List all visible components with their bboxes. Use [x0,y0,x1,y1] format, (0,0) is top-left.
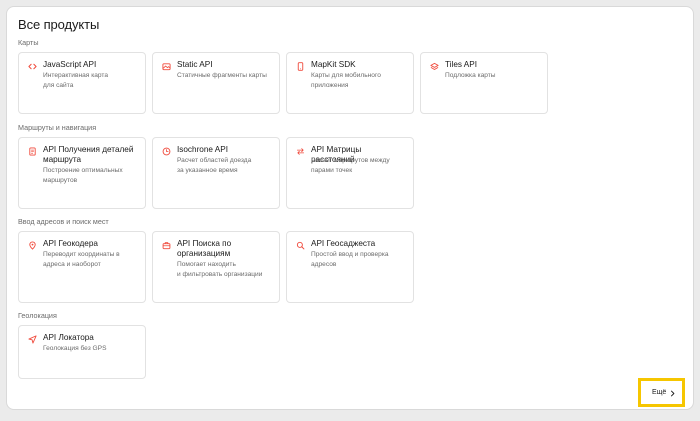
card-title: API Геосаджеста [311,238,376,248]
section-title-routes: Маршруты и навигация [18,123,97,132]
search-icon [295,240,306,251]
card-description: Карты для мобильного приложения [311,72,381,89]
card-geosuggest-api[interactable]: API Геосаджеста Простой ввод и проверка а… [286,231,414,303]
card-places-search-api[interactable]: API Поиска по организациям Помогает наход… [152,231,280,303]
arrows-icon [295,146,306,157]
card-description: Помогает находить и фильтровать организац… [177,261,263,278]
image-icon [161,61,172,72]
card-javascript-api[interactable]: JavaScript API Интерактивная карта для са… [18,52,146,114]
card-title: API Локатора [43,332,94,342]
chevron-right-icon [669,384,676,402]
card-title: MapKit SDK [311,59,356,69]
card-description: Расчёт маршрутов между парами точек [311,157,390,174]
more-button-highlight: Ещё [638,378,685,407]
layers-icon [429,61,440,72]
section-title-geocoding: Ввод адресов и поиск мест [18,217,109,226]
card-description: Геолокация без GPS [43,345,107,352]
page-title: Все продукты [18,17,100,32]
route-doc-icon [27,146,38,157]
card-title: JavaScript API [43,59,97,69]
card-static-api[interactable]: Static API Статичные фрагменты карты [152,52,280,114]
card-route-details-api[interactable]: API Получения деталей маршрута Построение… [18,137,146,209]
card-title: API Геокодера [43,238,98,248]
card-title: API Получения деталей маршрута [43,144,134,164]
card-description: Статичные фрагменты карты [177,72,267,79]
card-title: Tiles API [445,59,478,69]
card-description: Интерактивная карта для сайта [43,72,109,89]
phone-icon [295,61,306,72]
card-description: Построение оптимальных маршрутов [43,167,123,184]
card-isochrone-api[interactable]: Isochrone API Расчет областей доезда за у… [152,137,280,209]
card-title: API Поиска по организациям [177,238,232,258]
card-distance-matrix-api[interactable]: API Матрицы расстояний Расчёт маршрутов … [286,137,414,209]
section-title-geolocation: Геолокация [18,311,57,320]
card-title: Static API [177,59,213,69]
card-tiles-api[interactable]: Tiles API Подложка карты [420,52,548,114]
card-description: Подложка карты [445,72,496,79]
navigation-arrow-icon [27,334,38,345]
products-panel: Все продукты Карты JavaScript API Интера… [6,6,694,410]
card-description: Переводит координаты в адреса и наоборот [43,251,120,268]
card-description: Расчет областей доезда за указанное время [177,157,252,174]
pin-icon [27,240,38,251]
card-mapkit-sdk[interactable]: MapKit SDK Карты для мобильного приложени… [286,52,414,114]
clock-icon [161,146,172,157]
code-icon [27,61,38,72]
briefcase-icon [161,240,172,251]
card-geocoder-api[interactable]: API Геокодера Переводит координаты в адре… [18,231,146,303]
card-description: Простой ввод и проверка адресов [311,251,389,268]
card-locator-api[interactable]: API Локатора Геолокация без GPS [18,325,146,379]
more-button-label: Ещё [652,389,667,396]
section-title-maps: Карты [18,38,39,47]
more-button[interactable]: Ещё [644,384,679,401]
card-title: Isochrone API [177,144,228,154]
